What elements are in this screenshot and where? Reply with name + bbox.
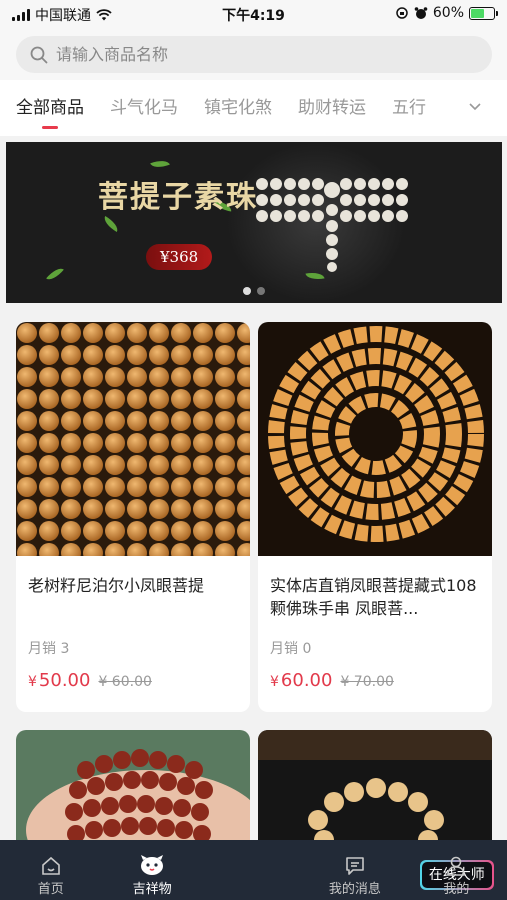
tab-me[interactable]: 我的 <box>406 840 507 900</box>
search-field[interactable] <box>16 36 492 73</box>
product-sales: 月销 3 <box>28 641 70 657</box>
tab-messages-label: 我的消息 <box>328 882 381 897</box>
tab-douqi-huama[interactable]: 斗气化马 <box>110 80 178 136</box>
tab-all-products[interactable]: 全部商品 <box>16 80 84 136</box>
tab-online-master[interactable]: 在线大师 <box>203 840 494 900</box>
chevron-down-icon[interactable] <box>469 102 481 112</box>
product-sales: 月销 0 <box>270 641 312 657</box>
rotation-lock-icon <box>396 7 408 19</box>
product-card[interactable]: 实体店直销凤眼菩提藏式108颗佛珠手串 凤眼菩... 月销 0 ¥60.00 ¥… <box>258 322 492 712</box>
battery-percent: 60% <box>432 5 464 21</box>
battery-icon <box>469 6 498 20</box>
home-icon <box>41 856 60 875</box>
promo-banner[interactable]: 菩提子素珠 ¥368 <box>6 142 502 303</box>
status-bar: 中国联通 下午4:19 60% <box>0 0 507 30</box>
product-image <box>258 322 492 556</box>
mascot-icon <box>141 855 164 875</box>
product-card[interactable]: 老树籽尼泊尔小凤眼菩提 月销 3 ¥50.00 ¥ 60.00 <box>16 322 250 712</box>
search-icon <box>30 46 48 63</box>
tab-home-label: 首页 <box>37 882 64 897</box>
carousel-indicator <box>6 287 502 295</box>
product-price: ¥60.00 <box>270 670 333 691</box>
product-image <box>258 730 492 850</box>
product-card[interactable] <box>258 730 492 850</box>
search-input[interactable] <box>56 45 456 64</box>
product-original-price: ¥ 70.00 <box>340 674 394 690</box>
category-tabs: 全部商品 斗气化马 镇宅化煞 助财转运 五行 <box>0 80 507 136</box>
product-image <box>16 730 250 850</box>
product-price: ¥50.00 <box>28 670 91 691</box>
user-icon <box>447 856 466 876</box>
tab-mascot[interactable]: 吉祥物 <box>101 840 202 900</box>
tab-home[interactable]: 首页 <box>0 840 101 900</box>
carousel-dot[interactable] <box>257 287 265 295</box>
tab-wuxing[interactable]: 五行 <box>392 80 426 136</box>
tab-messages[interactable]: 我的消息 <box>304 840 405 900</box>
bead-bracelet-image <box>256 178 408 272</box>
alarm-icon <box>414 7 428 19</box>
carousel-dot[interactable] <box>243 287 251 295</box>
tab-zhenzhai-huasha[interactable]: 镇宅化煞 <box>204 80 272 136</box>
bottom-tab-bar: 首页 吉祥物 在线大师 我的消息 我的 <box>0 840 507 900</box>
search-bar <box>0 30 507 80</box>
tab-mascot-label: 吉祥物 <box>132 882 172 897</box>
product-name: 老树籽尼泊尔小凤眼菩提 <box>28 576 205 595</box>
banner-title: 菩提子素珠 <box>98 180 258 215</box>
tab-zhucai-zhuanyun[interactable]: 助财转运 <box>298 80 366 136</box>
product-image <box>16 322 250 556</box>
message-icon <box>346 857 364 875</box>
tab-me-label: 我的 <box>443 882 470 897</box>
product-name: 实体店直销凤眼菩提藏式108颗佛珠手串 凤眼菩... <box>270 576 477 618</box>
banner-price: ¥368 <box>146 244 213 270</box>
product-card[interactable] <box>16 730 250 850</box>
product-original-price: ¥ 60.00 <box>98 674 152 690</box>
